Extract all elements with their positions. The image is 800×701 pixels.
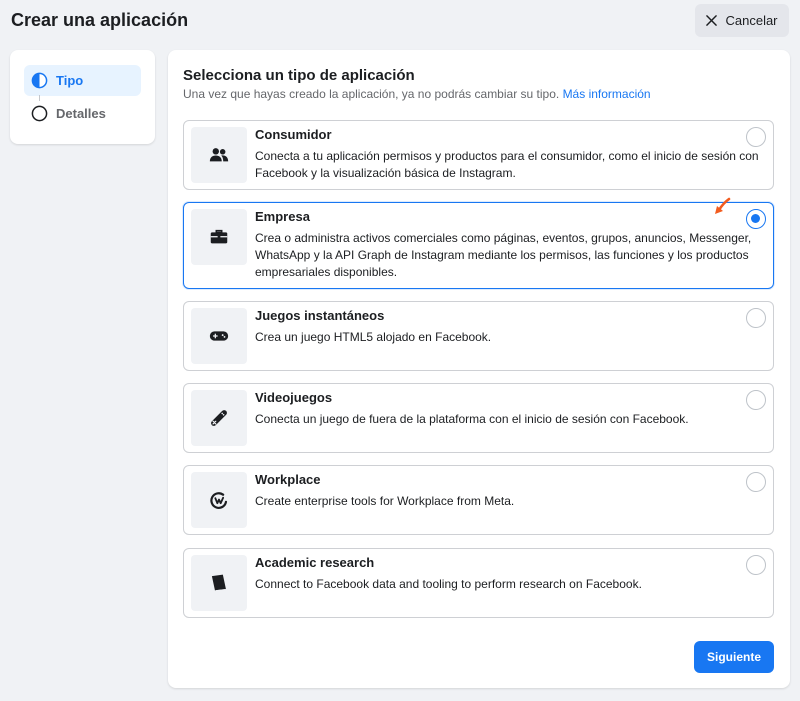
- option-consumidor[interactable]: Consumidor Conecta a tu aplicación permi…: [183, 120, 774, 190]
- step-label: Detalles: [56, 106, 106, 121]
- stepper: Tipo Detalles: [10, 50, 155, 144]
- subtitle-text: Una vez que hayas creado la aplicación, …: [183, 87, 560, 101]
- people-icon: [209, 148, 229, 162]
- option-radio[interactable]: [746, 555, 766, 575]
- book-icon: [211, 574, 226, 592]
- option-icon-box: [191, 472, 247, 528]
- option-title: Juegos instantáneos: [255, 308, 385, 323]
- cancel-label: Cancelar: [725, 13, 778, 28]
- option-title: Consumidor: [255, 127, 332, 142]
- option-academic-research[interactable]: Academic research Connect to Facebook da…: [183, 548, 774, 618]
- next-button[interactable]: Siguiente: [694, 641, 774, 673]
- option-title: Academic research: [255, 555, 375, 570]
- option-juegos-instantaneos[interactable]: Juegos instantáneos Crea un juego HTML5 …: [183, 301, 774, 371]
- option-empresa[interactable]: Empresa Crea o administra activos comerc…: [183, 202, 774, 289]
- option-icon-box: [191, 209, 247, 265]
- option-icon-box: [191, 390, 247, 446]
- step-label: Tipo: [56, 73, 84, 88]
- panel-title: Selecciona un tipo de aplicación: [183, 67, 415, 84]
- gamepad-icon: [209, 331, 229, 341]
- option-icon-box: [191, 308, 247, 364]
- option-description: Crea o administra activos comerciales co…: [255, 231, 752, 279]
- option-title: Videojuegos: [255, 390, 333, 405]
- more-info-link[interactable]: Más información: [563, 87, 651, 101]
- step-tipo[interactable]: Tipo: [24, 65, 141, 96]
- option-description: Create enterprise tools for Workplace fr…: [255, 494, 515, 508]
- option-workplace[interactable]: Workplace Create enterprise tools for Wo…: [183, 465, 774, 535]
- option-description: Connect to Facebook data and tooling to …: [255, 577, 642, 591]
- create-app-page: Crear una aplicación Cancelar Tipo Detal…: [0, 0, 800, 701]
- option-description: Conecta a tu aplicación permisos y produ…: [255, 149, 759, 180]
- option-description: Conecta un juego de fuera de la platafor…: [255, 412, 689, 426]
- option-icon-box: [191, 555, 247, 611]
- option-title: Empresa: [255, 209, 310, 224]
- step-progress-icon: [31, 72, 48, 89]
- page-title: Crear una aplicación: [11, 10, 189, 30]
- panel-subtitle: Una vez que hayas creado la aplicación, …: [183, 87, 651, 101]
- option-radio[interactable]: [746, 308, 766, 328]
- annotation-arrow-icon: [715, 197, 731, 214]
- option-videojuegos[interactable]: Videojuegos Conecta un juego de fuera de…: [183, 383, 774, 453]
- option-icon-box: [191, 127, 247, 183]
- cancel-button[interactable]: Cancelar: [695, 4, 789, 37]
- joystick-icon: [211, 410, 227, 426]
- option-radio[interactable]: [746, 209, 766, 229]
- option-description: Crea un juego HTML5 alojado en Facebook.: [255, 330, 492, 344]
- option-radio[interactable]: [746, 472, 766, 492]
- option-radio[interactable]: [746, 127, 766, 147]
- briefcase-icon: [210, 229, 228, 244]
- option-title: Workplace: [255, 472, 321, 487]
- workplace-logo-icon: [210, 492, 228, 509]
- close-icon: [706, 15, 718, 26]
- option-radio[interactable]: [746, 390, 766, 410]
- header: Crear una aplicación Cancelar: [0, 0, 800, 42]
- step-empty-circle-icon: [31, 105, 48, 122]
- step-detalles[interactable]: Detalles: [24, 98, 141, 129]
- app-type-panel: Selecciona un tipo de aplicación Una vez…: [168, 50, 790, 688]
